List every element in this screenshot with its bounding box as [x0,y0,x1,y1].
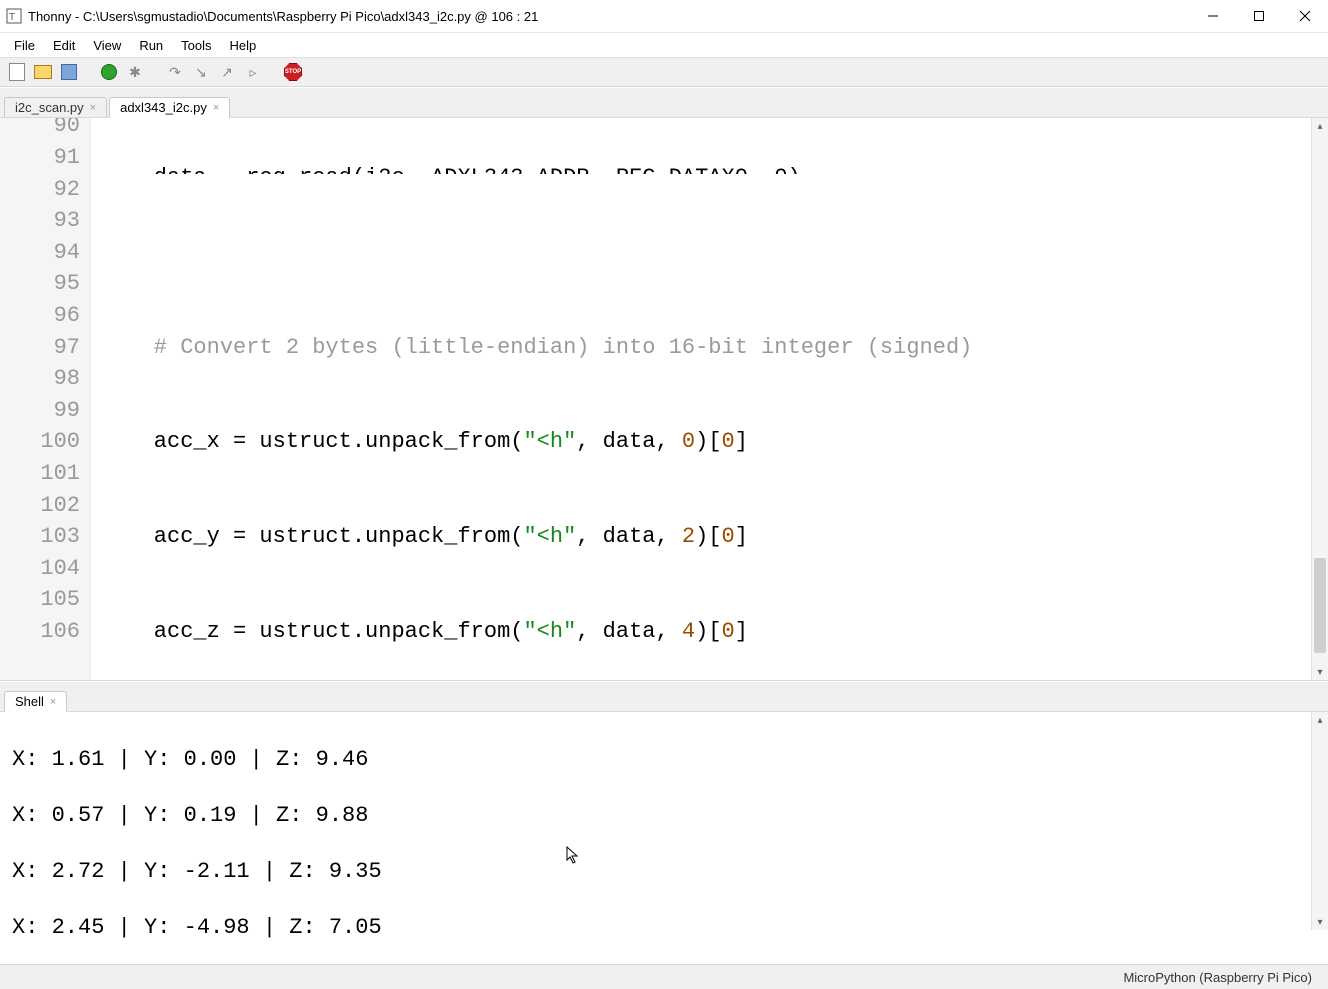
bug-icon: ✱ [129,65,141,79]
window-title: Thonny - C:\Users\sgmustadio\Documents\R… [28,9,538,24]
shell-tab-bar: Shell × [0,681,1328,712]
tab-i2c-scan[interactable]: i2c_scan.py × [4,97,107,117]
tab-label: i2c_scan.py [15,100,84,115]
editor-scrollbar[interactable]: ▴ ▾ [1311,118,1328,680]
menu-run[interactable]: Run [131,36,171,55]
code-line: # Convert 2 bytes (little-endian) into 1… [101,332,1328,364]
resume-icon: ▹ [249,65,256,79]
status-bar: MicroPython (Raspberry Pi Pico) [0,964,1328,989]
tab-label: Shell [15,694,44,709]
step-into-icon: ↘ [195,65,207,79]
menu-view[interactable]: View [85,36,129,55]
code-content[interactable]: data reg_read(i2c, ADXL343_ADDR, REG_DAT… [91,118,1328,680]
scroll-down-icon[interactable]: ▾ [1312,664,1328,680]
line-gutter: 89 90 91 92 93 94 95 96 97 98 99 100 101… [0,118,91,680]
shell-line: X: 1.61 | Y: 0.00 | Z: 9.46 [12,746,1316,774]
menubar: File Edit View Run Tools Help [0,33,1328,57]
editor-area: 89 90 91 92 93 94 95 96 97 98 99 100 101… [0,118,1328,681]
debug-button[interactable]: ✱ [126,63,144,81]
resume-button[interactable]: ▹ [244,63,262,81]
scroll-thumb[interactable] [1314,558,1326,653]
code-line: data reg_read(i2c, ADXL343_ADDR, REG_DAT… [101,162,1328,174]
close-icon[interactable]: × [50,696,56,708]
maximize-button[interactable] [1236,0,1282,32]
open-file-button[interactable] [34,63,52,81]
code-line: acc_z = ustruct.unpack_from("<h", data, … [101,616,1328,648]
scroll-up-icon[interactable]: ▴ [1312,118,1328,134]
shell-line: X: 2.72 | Y: -2.11 | Z: 9.35 [12,858,1316,886]
shell-line: X: 2.45 | Y: -4.98 | Z: 7.05 [12,914,1316,942]
close-icon[interactable]: × [90,102,96,114]
menu-tools[interactable]: Tools [173,36,219,55]
scroll-up-icon[interactable]: ▴ [1312,712,1328,728]
menu-file[interactable]: File [6,36,43,55]
menu-help[interactable]: Help [222,36,265,55]
shell-panel: X: 1.61 | Y: 0.00 | Z: 9.46 X: 0.57 | Y:… [0,712,1328,930]
interpreter-label[interactable]: MicroPython (Raspberry Pi Pico) [1123,970,1312,985]
close-button[interactable] [1282,0,1328,32]
code-editor[interactable]: 89 90 91 92 93 94 95 96 97 98 99 100 101… [0,118,1328,680]
step-over-icon: ↷ [169,65,181,79]
save-file-button[interactable] [60,63,78,81]
close-icon[interactable]: × [213,102,219,114]
scroll-down-icon[interactable]: ▾ [1312,914,1328,930]
tab-label: adxl343_i2c.py [120,100,207,115]
stop-button[interactable]: STOP [284,63,302,81]
code-line: acc_y = ustruct.unpack_from("<h", data, … [101,521,1328,553]
titlebar: T Thonny - C:\Users\sgmustadio\Documents… [0,0,1328,33]
shell-output[interactable]: X: 1.61 | Y: 0.00 | Z: 9.46 X: 0.57 | Y:… [0,712,1328,989]
menu-edit[interactable]: Edit [45,36,83,55]
stop-icon: STOP [284,63,302,81]
step-over-button[interactable]: ↷ [166,63,184,81]
svg-text:T: T [9,12,15,23]
minimize-button[interactable] [1190,0,1236,32]
shell-line: X: 0.57 | Y: 0.19 | Z: 9.88 [12,802,1316,830]
code-line: acc_x = ustruct.unpack_from("<h", data, … [101,426,1328,458]
tab-shell[interactable]: Shell × [4,691,67,712]
step-out-button[interactable]: ↗ [218,63,236,81]
step-into-button[interactable]: ↘ [192,63,210,81]
shell-scrollbar[interactable]: ▴ ▾ [1311,712,1328,930]
code-line [101,237,1328,269]
app-icon: T [6,8,22,24]
toolbar: ✱ ↷ ↘ ↗ ▹ STOP [0,57,1328,87]
step-out-icon: ↗ [221,65,233,79]
new-file-button[interactable] [8,63,26,81]
tab-adxl343[interactable]: adxl343_i2c.py × [109,97,230,118]
run-button[interactable] [100,63,118,81]
editor-tab-bar: i2c_scan.py × adxl343_i2c.py × [0,87,1328,118]
